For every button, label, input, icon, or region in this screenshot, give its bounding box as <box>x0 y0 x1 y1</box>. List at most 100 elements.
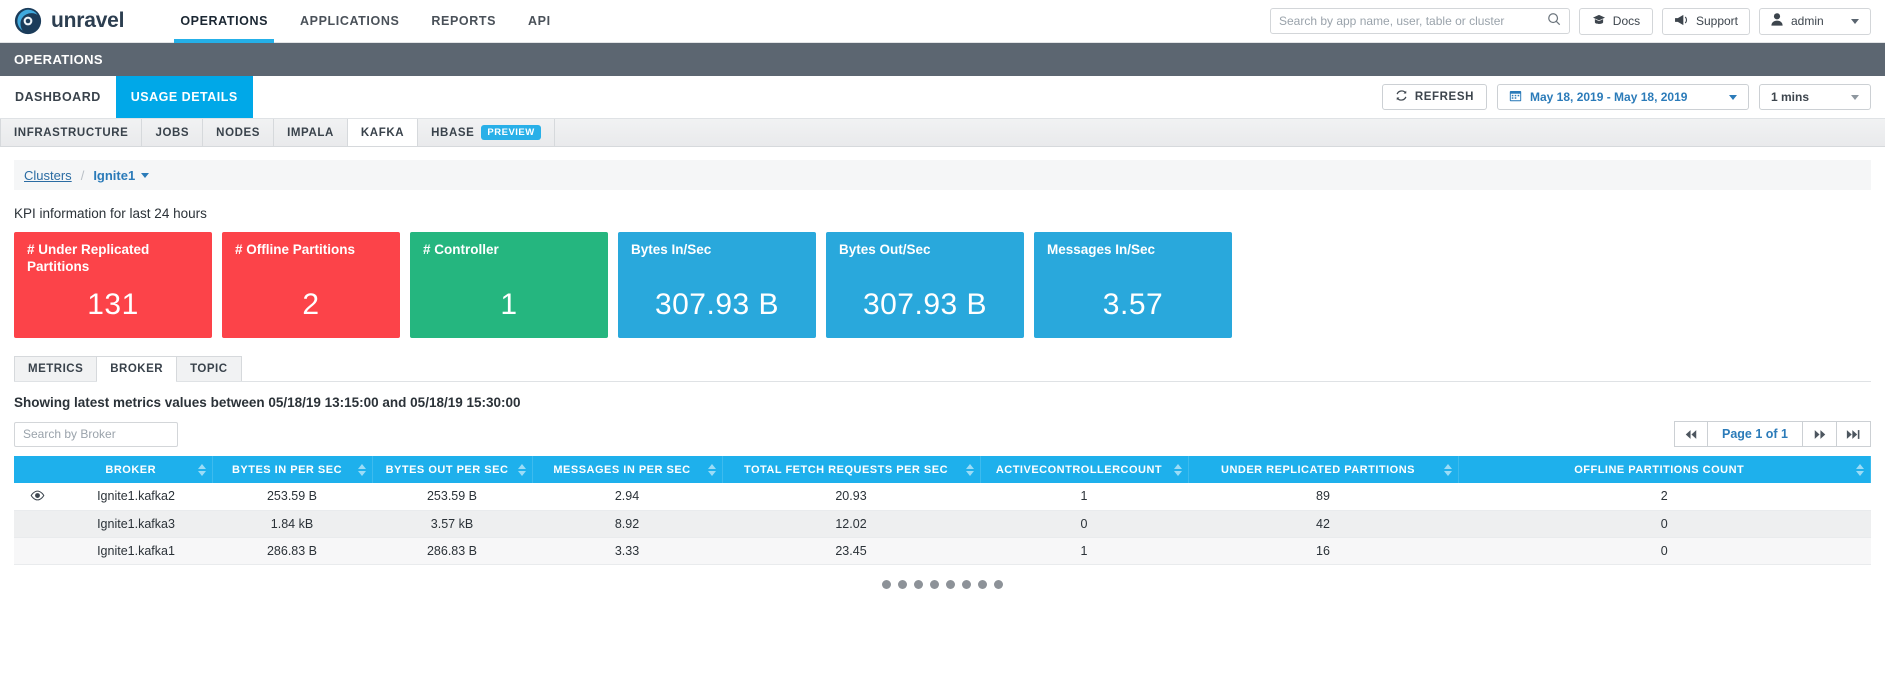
kpi-card-bytes-in-sec[interactable]: Bytes In/Sec 307.93 B <box>618 232 816 338</box>
pagination-first-button[interactable] <box>1674 421 1708 447</box>
user-menu-button[interactable]: admin <box>1759 7 1871 35</box>
preview-badge: PREVIEW <box>481 125 541 140</box>
metrics-panel-tabs: METRICS BROKER TOPIC <box>14 356 1871 382</box>
user-name-label: admin <box>1791 14 1824 28</box>
breadcrumb: Clusters / Ignite1 <box>14 160 1871 190</box>
refresh-button[interactable]: REFRESH <box>1381 84 1487 110</box>
calendar-icon <box>1509 89 1522 105</box>
pagination-page-label: Page 1 of 1 <box>1708 421 1803 447</box>
breadcrumb-separator: / <box>80 167 85 183</box>
module-tab-label: HBASE <box>431 126 475 139</box>
column-header-bytes-in-per-sec[interactable]: BYTES IN PER SEC <box>212 456 373 483</box>
menu-item-reports[interactable]: REPORTS <box>415 0 512 42</box>
menu-item-applications[interactable]: APPLICATIONS <box>284 0 415 42</box>
sort-icon[interactable] <box>1443 463 1452 476</box>
panel-tab-metrics[interactable]: METRICS <box>14 356 98 381</box>
loading-indicator <box>14 579 1871 589</box>
cell-active-controller: 0 <box>980 510 1188 538</box>
column-header-under-replicated-partitions[interactable]: UNDER REPLICATED PARTITIONS <box>1188 456 1459 483</box>
tab-usage-details[interactable]: USAGE DETAILS <box>115 76 253 118</box>
module-tab-label: JOBS <box>155 126 190 139</box>
menu-item-operations[interactable]: OPERATIONS <box>164 0 284 43</box>
kpi-label: Bytes In/Sec <box>631 242 712 257</box>
sort-icon[interactable] <box>707 463 716 476</box>
table-row[interactable]: Ignite1.kafka2 253.59 B 253.59 B 2.94 20… <box>14 483 1871 511</box>
tab-dashboard[interactable]: DASHBOARD <box>0 76 116 118</box>
kpi-card-bytes-out-sec[interactable]: Bytes Out/Sec 307.93 B <box>826 232 1024 338</box>
row-visibility-toggle[interactable] <box>14 537 60 565</box>
broker-search-input[interactable] <box>14 421 178 447</box>
cell-bytes-in: 253.59 B <box>212 483 372 511</box>
cell-total-fetch: 12.02 <box>722 510 980 538</box>
column-header-activecontrollercount[interactable]: ACTIVECONTROLLERCOUNT <box>980 456 1189 483</box>
column-label: OFFLINE PARTITIONS COUNT <box>1574 463 1745 476</box>
cell-offline-partitions: 0 <box>1458 537 1871 565</box>
date-range-label: May 18, 2019 - May 18, 2019 <box>1530 90 1688 104</box>
column-header-broker[interactable]: BROKER <box>60 456 213 483</box>
table-row[interactable]: Ignite1.kafka1 286.83 B 286.83 B 3.33 23… <box>14 537 1871 565</box>
cell-under-replicated: 42 <box>1188 510 1458 538</box>
cell-broker: Ignite1.kafka1 <box>60 537 212 565</box>
docs-button[interactable]: Docs <box>1578 7 1653 35</box>
panel-tab-broker[interactable]: BROKER <box>96 356 178 382</box>
cell-bytes-in: 1.84 kB <box>212 510 372 538</box>
support-button[interactable]: Support <box>1661 7 1750 35</box>
kpi-card-controller[interactable]: # Controller 1 <box>410 232 608 338</box>
cell-offline-partitions: 2 <box>1458 483 1871 511</box>
panel-tab-topic[interactable]: TOPIC <box>176 356 242 381</box>
module-tab-label: NODES <box>216 126 261 139</box>
kpi-card-offline-partitions[interactable]: # Offline Partitions 2 <box>222 232 400 338</box>
loading-dot <box>930 579 939 589</box>
column-header-offline-partitions-count[interactable]: OFFLINE PARTITIONS COUNT <box>1458 456 1871 483</box>
kpi-value: 131 <box>87 288 139 321</box>
module-tab-nodes[interactable]: NODES <box>203 119 275 146</box>
brand-logo-area[interactable]: unravel <box>0 0 134 42</box>
kpi-section-title: KPI information for last 24 hours <box>14 206 207 221</box>
breadcrumb-cluster-selector[interactable]: Ignite1 <box>93 168 150 183</box>
eye-icon[interactable] <box>30 489 45 504</box>
cell-broker: Ignite1.kafka2 <box>60 483 212 511</box>
module-tab-infrastructure[interactable]: INFRASTRUCTURE <box>0 119 143 146</box>
module-tab-jobs[interactable]: JOBS <box>142 119 204 146</box>
search-input[interactable] <box>1278 14 1547 28</box>
menu-item-api[interactable]: API <box>512 0 567 42</box>
sort-icon[interactable] <box>1173 463 1182 476</box>
column-label: TOTAL FETCH REQUESTS PER SEC <box>743 463 949 476</box>
module-tab-label: IMPALA <box>287 126 334 139</box>
kpi-label: # Under Replicated Partitions <box>27 242 150 274</box>
kpi-card-under-replicated-partitions[interactable]: # Under Replicated Partitions 131 <box>14 232 212 338</box>
global-search-box[interactable] <box>1269 8 1570 34</box>
module-tab-impala[interactable]: IMPALA <box>274 119 348 146</box>
search-icon[interactable] <box>1547 12 1561 31</box>
sort-icon[interactable] <box>197 463 206 476</box>
module-tab-hbase[interactable]: HBASE PREVIEW <box>418 119 555 146</box>
refresh-interval-select[interactable]: 1 mins <box>1759 84 1871 110</box>
kpi-card-messages-in-sec[interactable]: Messages In/Sec 3.57 <box>1034 232 1232 338</box>
top-navigation-bar: unravel OPERATIONS APPLICATIONS REPORTS … <box>0 0 1885 43</box>
date-range-picker[interactable]: May 18, 2019 - May 18, 2019 <box>1497 84 1749 110</box>
row-visibility-toggle[interactable] <box>14 483 60 511</box>
table-row[interactable]: Ignite1.kafka3 1.84 kB 3.57 kB 8.92 12.0… <box>14 510 1871 538</box>
kpi-label: # Offline Partitions <box>235 242 356 257</box>
sort-icon[interactable] <box>1856 463 1864 476</box>
column-header-total-fetch-requests-per-sec[interactable]: TOTAL FETCH REQUESTS PER SEC <box>722 456 981 483</box>
chevron-down-icon <box>141 172 150 178</box>
cell-bytes-out: 3.57 kB <box>372 510 532 538</box>
brand-name: unravel <box>51 9 125 32</box>
kpi-value: 307.93 B <box>654 288 780 321</box>
sort-icon[interactable] <box>965 463 974 476</box>
sort-icon[interactable] <box>357 463 366 476</box>
docs-label: Docs <box>1612 14 1641 28</box>
pagination-last-button[interactable] <box>1837 421 1871 447</box>
breadcrumb-clusters-link[interactable]: Clusters <box>24 168 72 183</box>
cell-bytes-out: 286.83 B <box>372 537 532 565</box>
kpi-value: 2 <box>302 288 320 321</box>
cell-messages-in: 2.94 <box>532 483 722 511</box>
megaphone-icon <box>1674 14 1689 29</box>
row-visibility-toggle[interactable] <box>14 510 60 538</box>
column-header-messages-in-per-sec[interactable]: MESSAGES IN PER SEC <box>532 456 723 483</box>
column-header-bytes-out-per-sec[interactable]: BYTES OUT PER SEC <box>372 456 533 483</box>
sort-icon[interactable] <box>517 463 526 476</box>
module-tab-kafka[interactable]: KAFKA <box>347 119 419 146</box>
pagination-next-button[interactable] <box>1803 421 1837 447</box>
